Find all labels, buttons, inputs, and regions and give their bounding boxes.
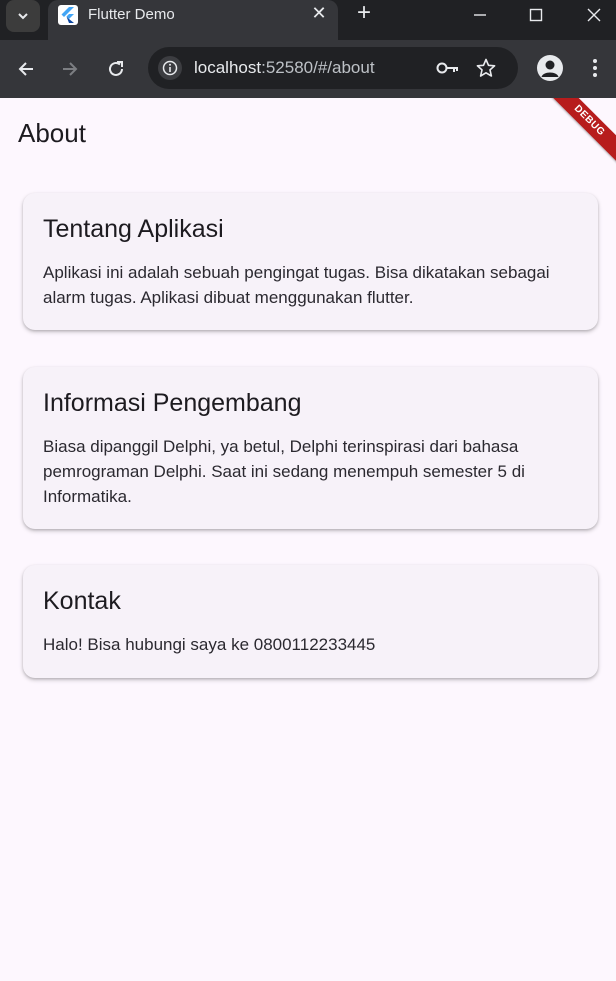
back-icon[interactable] — [11, 54, 41, 84]
more-menu-icon[interactable] — [584, 56, 606, 80]
reload-icon[interactable] — [101, 54, 131, 84]
close-window-icon[interactable] — [581, 2, 607, 28]
card-developer-info: Informasi Pengembang Biasa dipanggil Del… — [23, 367, 598, 529]
tab-title: Flutter Demo — [88, 6, 175, 23]
new-tab-icon[interactable]: + — [352, 1, 376, 26]
card-body: Aplikasi ini adalah sebuah pengingat tug… — [43, 263, 550, 307]
card-title: Informasi Pengembang — [43, 389, 302, 417]
key-icon[interactable] — [434, 56, 462, 80]
app-viewport: About DEBUG Tentang Aplikasi Aplikasi in… — [0, 98, 616, 981]
tab-search-button[interactable] — [6, 0, 40, 32]
debug-banner: DEBUG — [536, 98, 616, 174]
active-tab[interactable]: Flutter Demo ✕ — [48, 0, 338, 40]
browser-tab-strip: Flutter Demo ✕ + — [0, 0, 616, 40]
card-body: Halo! Bisa hubungi saya ke 0800112233445 — [43, 635, 376, 654]
profile-avatar-icon[interactable] — [537, 55, 563, 81]
flutter-logo-icon — [58, 5, 78, 25]
card-body: Biasa dipanggil Delphi, ya betul, Delphi… — [43, 437, 525, 506]
card-title: Tentang Aplikasi — [43, 215, 224, 243]
site-info-icon[interactable] — [158, 56, 182, 80]
browser-toolbar: localhost:52580/#/about — [0, 40, 616, 98]
minimize-icon[interactable] — [467, 2, 493, 28]
card-about-app: Tentang Aplikasi Aplikasi ini adalah seb… — [23, 193, 598, 330]
maximize-icon[interactable] — [523, 2, 549, 28]
card-contact: Kontak Halo! Bisa hubungi saya ke 080011… — [23, 565, 598, 678]
bookmark-star-icon[interactable] — [474, 56, 498, 80]
card-title: Kontak — [43, 587, 121, 615]
address-bar[interactable]: localhost:52580/#/about — [148, 47, 518, 89]
forward-icon[interactable] — [55, 54, 85, 84]
url-text: localhost:52580/#/about — [194, 58, 375, 77]
close-tab-icon[interactable]: ✕ — [310, 4, 328, 22]
chevron-down-icon — [18, 13, 28, 20]
page-title: About — [18, 118, 86, 148]
